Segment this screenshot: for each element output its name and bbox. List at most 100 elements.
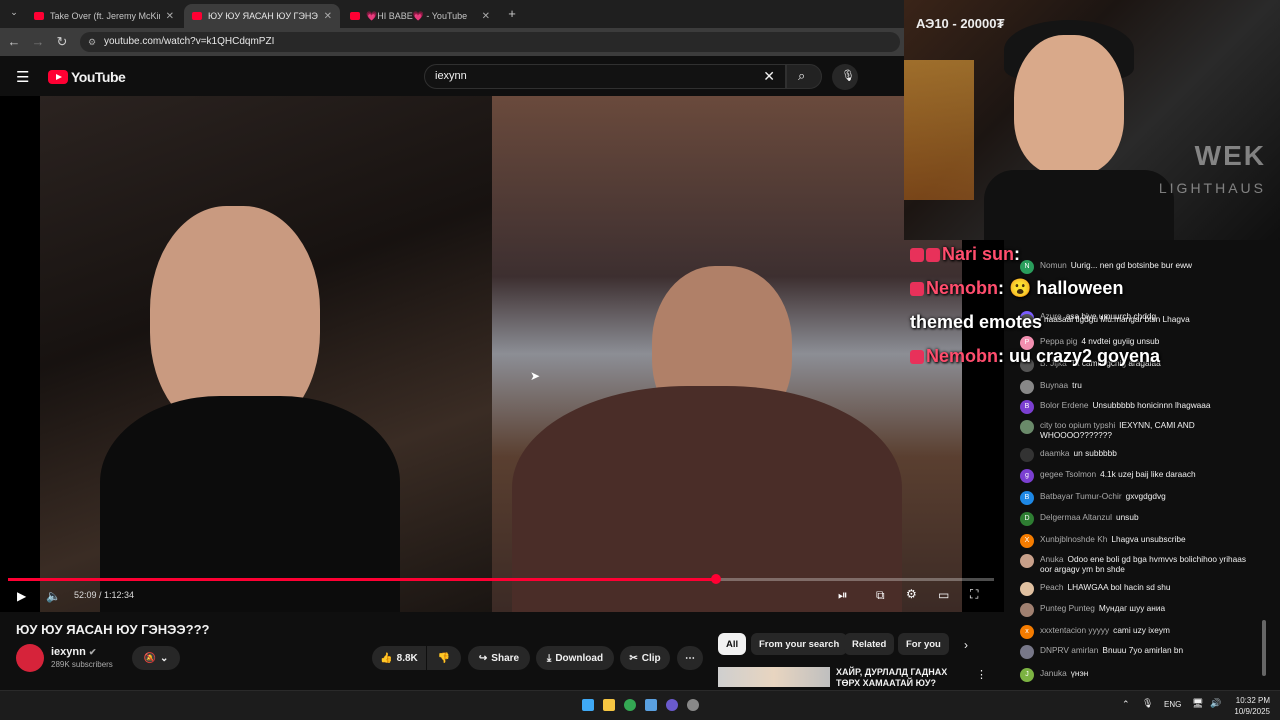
chat-avatar[interactable]	[1020, 582, 1034, 596]
clock[interactable]: 10:32 PM 10/9/2025	[1234, 695, 1270, 717]
chat-avatar[interactable]: N	[1020, 260, 1034, 274]
recommended-menu-icon[interactable]: ⋮	[976, 668, 987, 681]
browser-tab-3[interactable]: 💗HI BABE💗 - YouTube ✕	[342, 4, 498, 28]
site-info-icon[interactable]: ⚙	[88, 32, 96, 52]
chat-avatar[interactable]	[1020, 645, 1034, 659]
chat-author[interactable]: Xunbjblnoshde Kh	[1040, 534, 1107, 544]
chat-message-body: Bolor Erdene Unsubbbbb honicinnn lhagwaaa	[1040, 400, 1211, 414]
chat-author[interactable]: Anuka	[1040, 554, 1064, 564]
video-player[interactable]: ➤ ▶ 🔈 52:09 / 1:12:34 ⏯ ⧉ ⚙ ▭ ⛶	[0, 96, 1004, 612]
forward-icon[interactable]: →	[30, 34, 46, 49]
youtube-favicon-icon	[192, 12, 202, 20]
thumbs-down-icon: 👎	[437, 652, 451, 664]
volume-icon[interactable]: 🔈	[46, 589, 61, 603]
like-button[interactable]: 👍 8.8K	[372, 646, 426, 670]
chat-author[interactable]: Bolor Erdene	[1040, 400, 1088, 410]
address-bar[interactable]: ⚙ youtube.com/watch?v=k1QHCdqmPZI	[80, 32, 900, 52]
chat-avatar[interactable]	[1020, 554, 1034, 568]
chat-scrollbar[interactable]	[1262, 620, 1266, 676]
chat-author[interactable]: Punteg Punteg	[1040, 603, 1095, 613]
chat-avatar[interactable]	[1020, 448, 1034, 462]
menu-icon[interactable]: ☰	[16, 68, 29, 86]
autoplay-toggle-icon[interactable]: ⏯	[838, 588, 848, 603]
back-icon[interactable]: ←	[6, 34, 22, 49]
overlay-message: 😮 halloween	[1009, 278, 1124, 298]
chat-avatar[interactable]: x	[1020, 625, 1034, 639]
close-tab-icon[interactable]: ✕	[166, 11, 174, 22]
chat-avatar[interactable]: D	[1020, 512, 1034, 526]
browser-tab-2[interactable]: ЮУ ЮУ ЯАСАН ЮУ ГЭНЭЭ??? ✕	[184, 4, 340, 28]
chat-author[interactable]: xxxtentacion yyyyy	[1040, 625, 1109, 635]
chat-author[interactable]: Delgermaa Altanzul	[1040, 512, 1112, 522]
theater-mode-icon[interactable]: ▭	[938, 588, 949, 602]
chat-author[interactable]: Buynaa	[1040, 380, 1068, 390]
chat-message-body: Januka үнэн	[1040, 668, 1088, 682]
chat-avatar[interactable]: g	[1020, 469, 1034, 483]
chevron-right-icon[interactable]: ›	[964, 638, 968, 652]
chrome-icon[interactable]	[624, 699, 636, 711]
more-actions-button[interactable]: ⋯	[677, 646, 703, 670]
notifications-button[interactable]: 🔕 ⌄	[132, 646, 180, 670]
chat-author[interactable]: Januka	[1040, 668, 1067, 678]
recommended-title[interactable]: ХАЙР, ДУРЛАЛД ГАДНАХ ТӨРХ ХАМААТАЙ ЮУ?	[836, 667, 961, 689]
chat-text: Odoo ene boli gd bga hvmvvs bolichihoo y…	[1040, 554, 1247, 574]
close-tab-icon[interactable]: ✕	[482, 11, 490, 22]
chat-avatar[interactable]	[1020, 380, 1034, 394]
play-icon[interactable]: ▶	[17, 589, 26, 603]
chat-text: Unsubbbbb honicinnn lhagwaaa	[1092, 400, 1211, 410]
settings-icon[interactable]: ⚙	[906, 587, 917, 601]
chat-author[interactable]: city too opium typshi	[1040, 420, 1115, 430]
clip-button[interactable]: ✂ Clip	[620, 646, 670, 670]
chat-author[interactable]: Batbayar Tumur-Ochir	[1040, 491, 1122, 501]
chat-avatar[interactable]	[1020, 420, 1034, 434]
progress-scrubber[interactable]	[710, 574, 721, 584]
chat-avatar[interactable]	[1020, 603, 1034, 617]
clear-search-icon[interactable]: ✕	[763, 65, 775, 88]
chat-author[interactable]: Nomun	[1040, 260, 1067, 270]
share-button[interactable]: ↪ Share	[468, 646, 530, 670]
chip-related[interactable]: Related	[844, 633, 895, 655]
chat-avatar[interactable]: X	[1020, 534, 1034, 548]
channel-name[interactable]: iexynn ✔	[51, 646, 96, 658]
close-tab-icon[interactable]: ✕	[324, 11, 332, 22]
tray-chevron-icon[interactable]: ⌃	[1122, 699, 1130, 710]
app-icon[interactable]	[645, 699, 657, 711]
chip-for-you[interactable]: For you	[898, 633, 949, 655]
chat-avatar[interactable]: J	[1020, 668, 1034, 682]
start-icon[interactable]	[582, 699, 594, 711]
chat-author[interactable]: Peach	[1040, 582, 1064, 592]
chat-message-body: DNPRV amirlan Bnuuu 7yo amirlan bn	[1040, 645, 1183, 659]
subtitles-icon[interactable]: ⧉	[876, 588, 885, 603]
discord-icon[interactable]	[666, 699, 678, 711]
network-icon[interactable]: 🖥	[1192, 698, 1203, 709]
chip-all[interactable]: All	[718, 633, 747, 655]
voice-search-button[interactable]: 🎙	[832, 64, 858, 90]
tab-search-icon[interactable]: ⌄	[6, 7, 22, 18]
chat-avatar[interactable]: B	[1020, 491, 1034, 505]
youtube-logo[interactable]: YouTube	[48, 69, 126, 85]
channel-avatar[interactable]	[16, 644, 44, 672]
browser-tab-1[interactable]: Take Over (ft. Jeremy McKinnon ✕	[26, 4, 182, 28]
progress-bar[interactable]	[8, 574, 994, 584]
chat-avatar[interactable]: B	[1020, 400, 1034, 414]
chip-from-your-search[interactable]: From your search	[751, 633, 848, 655]
speaker-icon[interactable]: 🔊	[1210, 698, 1221, 709]
search-input[interactable]: iexynn ✕	[424, 64, 786, 89]
dislike-button[interactable]: 👎	[427, 646, 461, 670]
subscriber-count: 289K subscribers	[51, 660, 113, 669]
chat-author[interactable]: DNPRV amirlan	[1040, 645, 1098, 655]
language-indicator[interactable]: ENG	[1164, 700, 1181, 709]
more-icon: ⋯	[685, 652, 695, 664]
chat-author[interactable]: gegee Tsolmon	[1040, 469, 1096, 479]
search-button[interactable]: ⌕	[786, 64, 822, 89]
chat-author[interactable]: Peppa pig	[1040, 336, 1077, 346]
recommended-thumbnail[interactable]	[718, 667, 830, 687]
obs-icon[interactable]	[687, 699, 699, 711]
new-tab-icon[interactable]: +	[504, 6, 520, 21]
chat-author[interactable]: daamka	[1040, 448, 1070, 458]
fullscreen-icon[interactable]: ⛶	[970, 587, 978, 602]
file-explorer-icon[interactable]	[603, 699, 615, 711]
tray-mic-icon[interactable]: 🎙	[1142, 698, 1153, 709]
reload-icon[interactable]: ↻	[54, 34, 70, 50]
download-button[interactable]: ⤓ Download	[536, 646, 614, 670]
